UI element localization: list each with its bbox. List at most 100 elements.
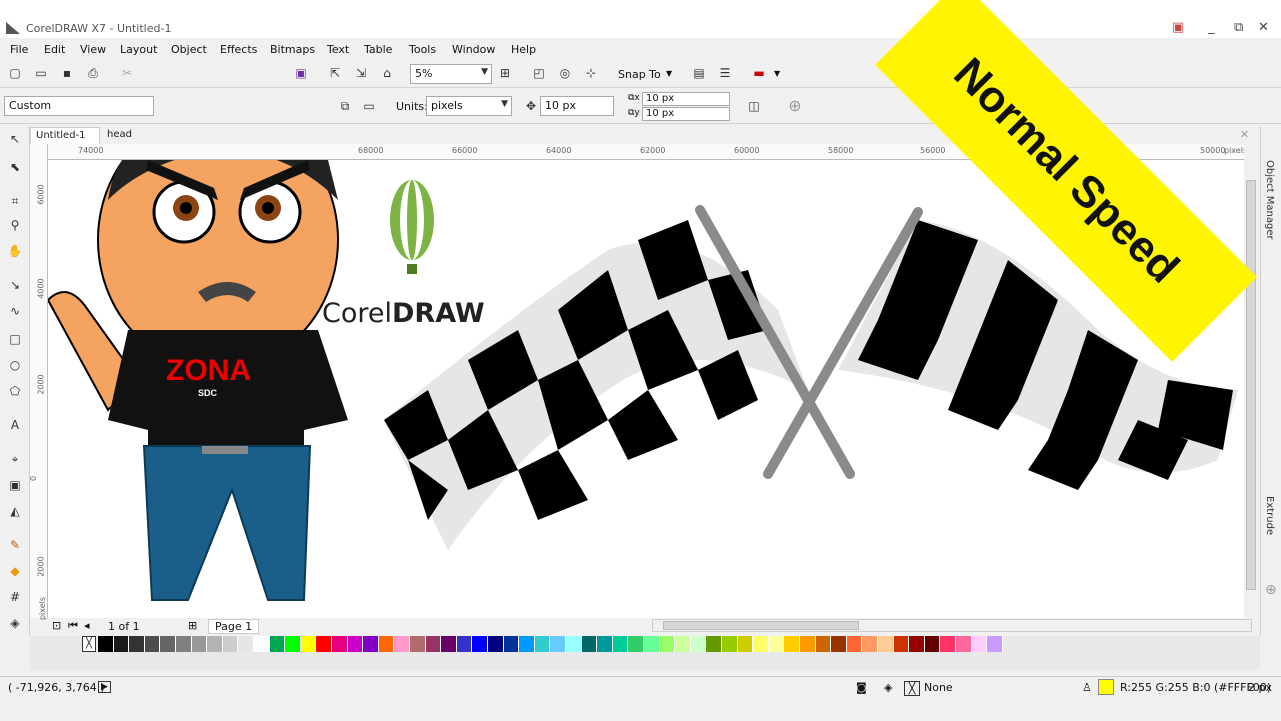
menu-tools[interactable]: Tools (409, 43, 436, 56)
new-document-icon[interactable]: ▢ (6, 64, 24, 82)
palette-swatch[interactable] (940, 636, 956, 652)
show-grid-icon[interactable]: ⊹ (582, 64, 600, 82)
page-nav-first-icon[interactable]: ⊡ (52, 619, 61, 632)
close-button[interactable]: ✕ (1258, 20, 1269, 35)
palette-swatch[interactable] (737, 636, 754, 652)
palette-swatch[interactable] (363, 636, 379, 652)
palette-swatch[interactable] (581, 636, 598, 652)
palette-swatch[interactable] (425, 636, 442, 652)
palette-swatch[interactable] (706, 636, 722, 652)
palette-swatch[interactable] (300, 636, 317, 652)
palette-swatch[interactable] (815, 636, 832, 652)
menu-edit[interactable]: Edit (44, 43, 65, 56)
polygon-tool-icon[interactable]: ⬠ (6, 382, 24, 400)
full-screen-icon[interactable]: ◰ (530, 64, 548, 82)
palette-swatch[interactable] (909, 636, 925, 652)
palette-swatch[interactable] (846, 636, 863, 652)
transparency-tool-icon[interactable]: ◭ (6, 502, 24, 520)
menu-bitmaps[interactable]: Bitmaps (270, 43, 315, 56)
snap-chevron-icon[interactable]: ▼ (666, 69, 672, 78)
palette-swatch[interactable] (160, 636, 176, 652)
mesh-fill-tool-icon[interactable]: # (6, 588, 24, 606)
treat-as-filled-icon[interactable]: ◫ (745, 97, 763, 115)
shape-tool-icon[interactable]: ⬉ (6, 158, 24, 176)
palette-swatch[interactable] (207, 636, 223, 652)
palette-swatch[interactable] (488, 636, 504, 652)
restore-button[interactable]: ⧉ (1234, 20, 1243, 35)
zoom-fit-icon[interactable]: ⊞ (496, 64, 514, 82)
palette-swatch[interactable] (238, 636, 254, 652)
menu-text[interactable]: Text (327, 43, 349, 56)
palette-swatch[interactable] (254, 636, 270, 652)
palette-swatch[interactable] (659, 636, 676, 652)
page-prev-icon[interactable]: ◂ (84, 619, 90, 632)
nudge-distance-field[interactable]: 10 px (540, 96, 614, 116)
save-icon[interactable]: ▪ (58, 64, 76, 82)
pan-tool-icon[interactable]: ✋ (6, 242, 24, 260)
palette-swatch[interactable] (285, 636, 301, 652)
palette-swatch[interactable] (612, 636, 629, 652)
object-manager-docker-tab[interactable]: Object Manager (1264, 160, 1275, 240)
play-icon[interactable]: ▶ (98, 681, 111, 693)
minimize-button[interactable]: _ (1208, 20, 1215, 35)
palette-swatch[interactable] (191, 636, 208, 652)
palette-swatch[interactable] (176, 636, 192, 652)
snap-to-dropdown[interactable]: Snap To (618, 68, 661, 81)
menu-window[interactable]: Window (452, 43, 495, 56)
current-page-icon[interactable]: ▭ (360, 97, 378, 115)
palette-swatch[interactable] (831, 636, 847, 652)
close-tab-icon[interactable]: ✕ (1240, 128, 1249, 141)
palette-swatch[interactable] (144, 636, 161, 652)
menu-table[interactable]: Table (364, 43, 392, 56)
palette-swatch[interactable] (98, 636, 114, 652)
horizontal-scroll-thumb[interactable] (663, 621, 859, 630)
no-color-swatch[interactable]: ╳ (82, 636, 96, 652)
drop-shadow-tool-icon[interactable]: ▣ (6, 476, 24, 494)
palette-swatch[interactable] (690, 636, 707, 652)
welcome-screen-icon[interactable]: ▤ (690, 64, 708, 82)
menu-help[interactable]: Help (511, 43, 536, 56)
publish-pdf-icon[interactable]: ▣ (292, 64, 310, 82)
smart-fill-tool-icon[interactable]: ◈ (6, 614, 24, 632)
palette-swatch[interactable] (566, 636, 582, 652)
export-icon[interactable]: ⇲ (352, 64, 370, 82)
units-combo[interactable]: pixels ▼ (426, 96, 512, 116)
launcher-icon[interactable]: ⌂ (378, 64, 396, 82)
palette-swatch[interactable] (628, 636, 644, 652)
menu-view[interactable]: View (80, 43, 106, 56)
palette-swatch[interactable] (129, 636, 145, 652)
all-pages-icon[interactable]: ⧉ (336, 97, 354, 115)
palette-swatch[interactable] (394, 636, 410, 652)
zoom-level-combo[interactable]: 5% ▼ (410, 64, 492, 84)
palette-swatch[interactable] (269, 636, 286, 652)
ellipse-tool-icon[interactable]: ○ (6, 356, 24, 374)
palette-swatch[interactable] (722, 636, 738, 652)
interactive-fill-tool-icon[interactable]: ◆ (6, 562, 24, 580)
palette-swatch[interactable] (456, 636, 473, 652)
menu-file[interactable]: File (10, 43, 28, 56)
palette-swatch[interactable] (753, 636, 769, 652)
parallel-dimension-tool-icon[interactable]: ⌖ (6, 450, 24, 468)
page-preset-combo[interactable]: Custom (4, 96, 154, 116)
add-page-icon[interactable]: ⊞ (188, 619, 197, 632)
show-rulers-icon[interactable]: ◎ (556, 64, 574, 82)
vertical-scroll-thumb[interactable] (1246, 180, 1256, 590)
page-tab[interactable]: Page 1 (208, 619, 260, 634)
rectangle-tool-icon[interactable]: □ (6, 330, 24, 348)
palette-swatch[interactable] (503, 636, 520, 652)
cut-icon[interactable]: ✂ (118, 64, 136, 82)
add-docker-icon[interactable]: ⊕ (1265, 582, 1277, 598)
palette-swatch[interactable] (378, 636, 395, 652)
launcher-chevron-icon[interactable]: ▼ (774, 69, 780, 78)
menu-layout[interactable]: Layout (120, 43, 157, 56)
palette-swatch[interactable] (644, 636, 660, 652)
palette-swatch[interactable] (472, 636, 488, 652)
palette-swatch[interactable] (768, 636, 785, 652)
pick-tool-icon[interactable]: ↖ (6, 130, 24, 148)
print-icon[interactable]: ⎙ (84, 64, 102, 82)
menu-object[interactable]: Object (171, 43, 207, 56)
palette-swatch[interactable] (971, 636, 988, 652)
import-icon[interactable]: ⇱ (326, 64, 344, 82)
palette-swatch[interactable] (316, 636, 332, 652)
duplicate-y-field[interactable]: 10 px (642, 107, 730, 121)
